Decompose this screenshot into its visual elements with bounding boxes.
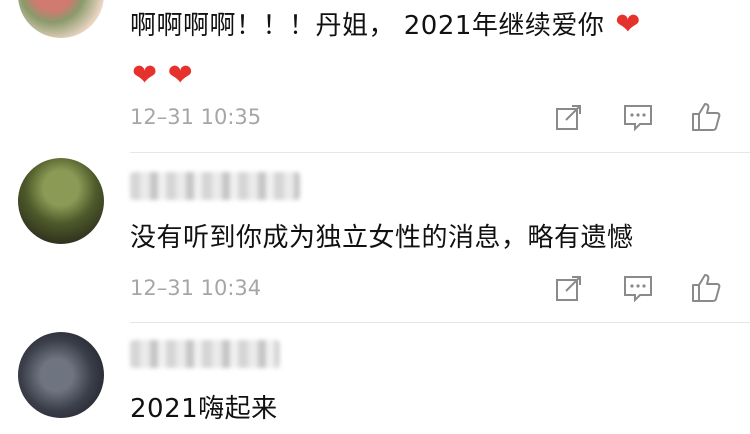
share-icon bbox=[556, 276, 581, 301]
avatar[interactable] bbox=[18, 332, 104, 418]
share-button[interactable] bbox=[552, 271, 586, 305]
divider bbox=[130, 152, 750, 153]
like-button[interactable] bbox=[689, 271, 723, 305]
comment-actions bbox=[552, 271, 732, 305]
timestamp: 12–31 10:34 bbox=[130, 276, 262, 300]
comment-icon bbox=[624, 105, 652, 132]
share-icon bbox=[556, 105, 581, 130]
divider bbox=[130, 322, 750, 323]
comment-actions bbox=[552, 100, 732, 134]
like-button[interactable] bbox=[689, 100, 723, 134]
comment-body: 啊啊啊啊！！！丹姐， 2021年继续爱你 bbox=[130, 11, 605, 41]
comment-button[interactable] bbox=[621, 100, 655, 134]
username-redacted bbox=[130, 340, 280, 368]
like-icon bbox=[692, 274, 721, 302]
avatar[interactable] bbox=[18, 0, 104, 38]
comment-body: 2021嗨起来 bbox=[130, 394, 278, 424]
heart-emoji-row: ❤ ❤ bbox=[132, 58, 194, 93]
comment-button[interactable] bbox=[621, 271, 655, 305]
comment-text: 啊啊啊啊！！！丹姐， 2021年继续爱你 ❤ ❤ ❤ bbox=[130, 0, 730, 102]
comment-icon bbox=[624, 276, 652, 303]
comment-text: 没有听到你成为独立女性的消息，略有遗憾 bbox=[130, 213, 730, 263]
like-icon bbox=[692, 103, 721, 131]
avatar[interactable] bbox=[18, 158, 104, 244]
heart-emoji: ❤ bbox=[615, 7, 641, 42]
share-button[interactable] bbox=[552, 100, 586, 134]
timestamp: 12–31 10:35 bbox=[130, 105, 262, 129]
username-redacted bbox=[130, 172, 300, 200]
comment-text: 2021嗨起来 bbox=[130, 384, 730, 434]
comment-body: 没有听到你成为独立女性的消息，略有遗憾 bbox=[130, 223, 634, 253]
